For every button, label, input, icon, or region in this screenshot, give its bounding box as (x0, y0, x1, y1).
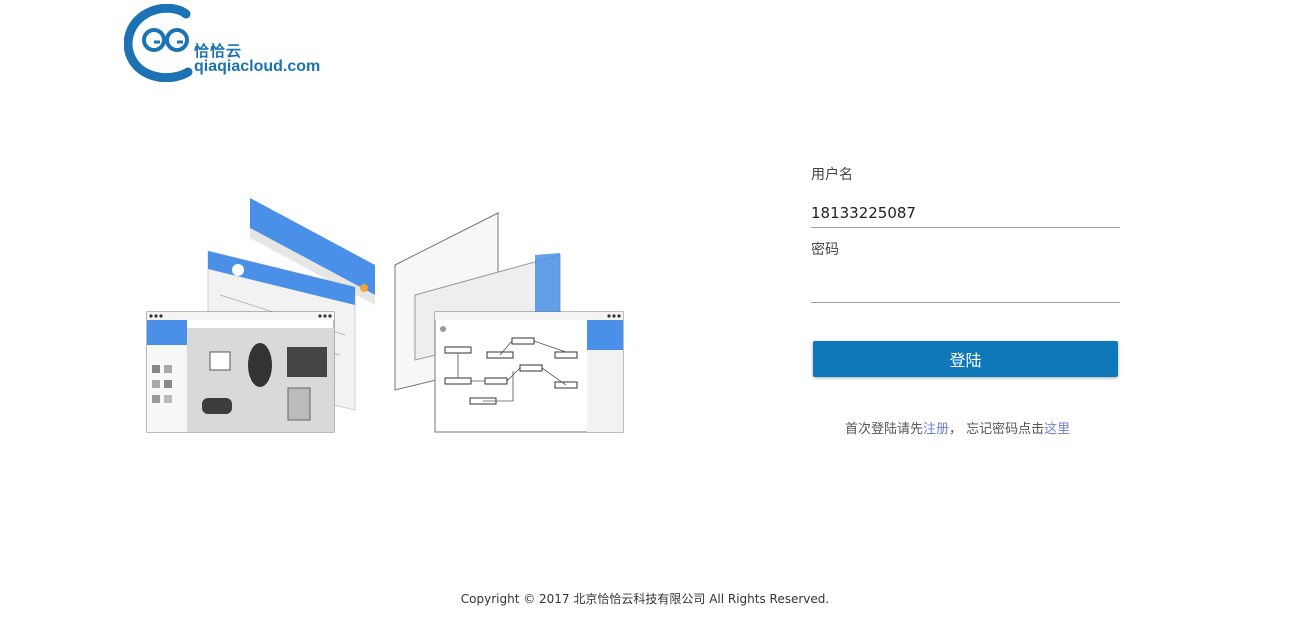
hint-prefix: 首次登陆请先 (845, 422, 924, 437)
password-input[interactable] (811, 274, 1120, 303)
login-button[interactable]: 登陆 (813, 341, 1118, 377)
forgot-password-link[interactable]: 这里 (1044, 422, 1070, 437)
register-link[interactable]: 注册 (923, 422, 949, 437)
register-hint: 首次登陆请先注册， 忘记密码点击这里 (845, 418, 1070, 437)
username-label: 用户名 (811, 167, 853, 183)
product-illustration (146, 198, 624, 433)
username-input[interactable] (811, 199, 1120, 228)
editor-window-left (146, 311, 335, 433)
hint-middle: ， 忘记密码点击 (949, 422, 1045, 437)
password-label: 密码 (811, 242, 839, 258)
logo-domain: qiaqiacloud.com (194, 58, 321, 75)
editor-window-right (434, 311, 624, 433)
footer-copyright: Copyright © 2017 北京恰恰云科技有限公司 All Rights … (460, 592, 830, 606)
